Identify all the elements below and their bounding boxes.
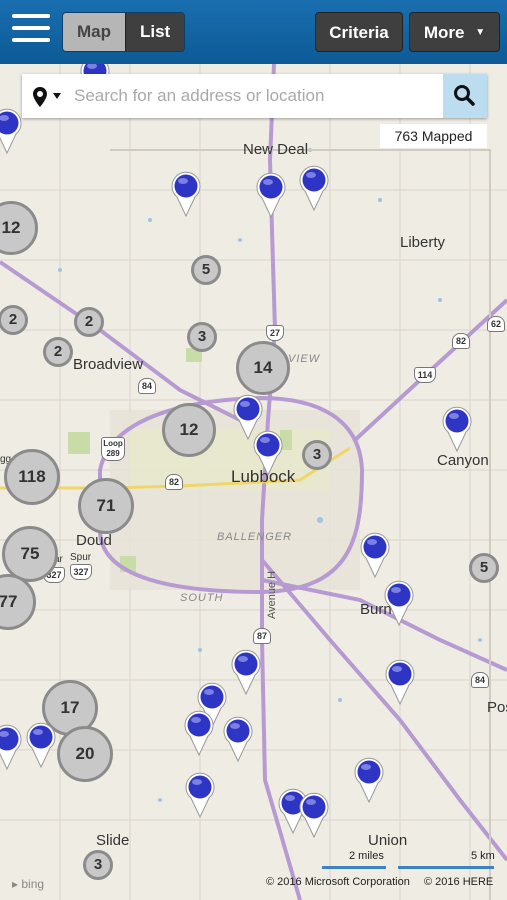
- cluster-marker[interactable]: 2: [74, 307, 104, 337]
- route-shield-84b: 84: [471, 672, 489, 688]
- place-doud: Doud: [76, 532, 112, 549]
- listing-pin-icon[interactable]: [253, 430, 283, 477]
- mapped-count: 763 Mapped: [380, 124, 487, 148]
- bing-logo: ▸ bing: [12, 877, 45, 891]
- route-shield-84a: 84: [138, 378, 156, 394]
- area-view: VIEW: [288, 353, 321, 365]
- place-spur: Spur: [70, 552, 92, 563]
- route-shield-62: 62: [487, 316, 505, 332]
- search-input[interactable]: [74, 82, 454, 110]
- cluster-marker[interactable]: 118: [4, 449, 60, 505]
- here-copyright: © 2016 HERE: [424, 876, 494, 888]
- location-dropdown[interactable]: [32, 85, 72, 109]
- listing-pin-icon[interactable]: [26, 722, 56, 769]
- listing-pin-icon[interactable]: [299, 792, 329, 839]
- listing-pin-icon[interactable]: [0, 108, 22, 155]
- bing-label: bing: [21, 877, 45, 891]
- listing-pin-icon[interactable]: [354, 757, 384, 804]
- criteria-button[interactable]: Criteria: [315, 12, 403, 52]
- view-toggle: Map List: [62, 12, 186, 52]
- place-broadview: Broadview: [73, 356, 144, 373]
- route-shield-82a: 82: [452, 333, 470, 349]
- cluster-marker[interactable]: 2: [43, 337, 73, 367]
- cluster-marker[interactable]: 5: [469, 553, 499, 583]
- cluster-marker[interactable]: 14: [236, 341, 290, 395]
- scale-bar-miles: [322, 866, 386, 869]
- route-shield-i27: 27: [266, 325, 284, 341]
- area-ballenger: BALLENGER: [217, 531, 293, 543]
- place-liberty: Liberty: [400, 234, 446, 251]
- route-shield-loop-289: Loop 289: [101, 437, 125, 461]
- search-button[interactable]: [443, 74, 487, 118]
- listing-pin-icon[interactable]: [442, 406, 472, 453]
- cluster-marker[interactable]: 71: [78, 478, 134, 534]
- route-shield-82b: 82: [165, 474, 183, 490]
- listing-pin-icon[interactable]: [231, 649, 261, 696]
- route-shield-327b: 327: [70, 564, 92, 580]
- listing-pin-icon[interactable]: [185, 772, 215, 819]
- listing-pin-icon[interactable]: [385, 659, 415, 706]
- cluster-marker[interactable]: 20: [57, 726, 113, 782]
- search-icon: [454, 85, 475, 106]
- route-shield-87: 87: [253, 628, 271, 644]
- search-bar: [22, 74, 487, 118]
- listing-pin-icon[interactable]: [256, 172, 286, 219]
- listing-pin-icon[interactable]: [360, 532, 390, 579]
- scale-km: 5 km: [471, 850, 495, 862]
- cluster-marker[interactable]: 3: [83, 850, 113, 880]
- more-label: More: [423, 23, 465, 42]
- route-shield-114: 114: [414, 367, 436, 383]
- listing-pin-icon[interactable]: [384, 580, 414, 627]
- tab-list[interactable]: List: [125, 13, 185, 51]
- cluster-marker[interactable]: 3: [302, 440, 332, 470]
- place-canyon: Canyon: [437, 452, 489, 469]
- cluster-marker[interactable]: 5: [191, 255, 221, 285]
- cluster-marker[interactable]: 3: [187, 322, 217, 352]
- scale-miles: 2 miles: [349, 850, 384, 862]
- tab-map[interactable]: Map: [63, 13, 125, 51]
- street-avenue-h: Avenue H: [266, 570, 279, 620]
- listing-pin-icon[interactable]: [184, 710, 214, 757]
- loop-label: Loop: [103, 439, 123, 448]
- location-pin-icon: [33, 87, 61, 107]
- ms-copyright: © 2016 Microsoft Corporation: [266, 876, 410, 888]
- place-pos: Pos: [487, 699, 507, 716]
- top-toolbar: Map List Criteria More ▼: [0, 0, 507, 64]
- menu-icon[interactable]: [12, 14, 50, 48]
- place-slide: Slide: [96, 832, 130, 849]
- place-union: Union: [368, 832, 408, 849]
- listing-pin-icon[interactable]: [171, 171, 201, 218]
- area-south: SOUTH: [180, 592, 224, 604]
- place-new-deal: New Deal: [243, 141, 309, 158]
- dropdown-arrow-icon: ▼: [475, 27, 486, 38]
- listing-pin-icon[interactable]: [0, 724, 22, 771]
- listing-pin-icon[interactable]: [223, 716, 253, 763]
- cluster-marker[interactable]: 12: [162, 403, 216, 457]
- map-canvas[interactable]: New Deal Liberty Broadview Lubbock Canyo…: [0, 64, 507, 900]
- more-button[interactable]: More ▼: [409, 12, 500, 52]
- scale-bar-km: [398, 866, 494, 869]
- listing-pin-icon[interactable]: [299, 165, 329, 212]
- loop-number: 289: [106, 449, 120, 458]
